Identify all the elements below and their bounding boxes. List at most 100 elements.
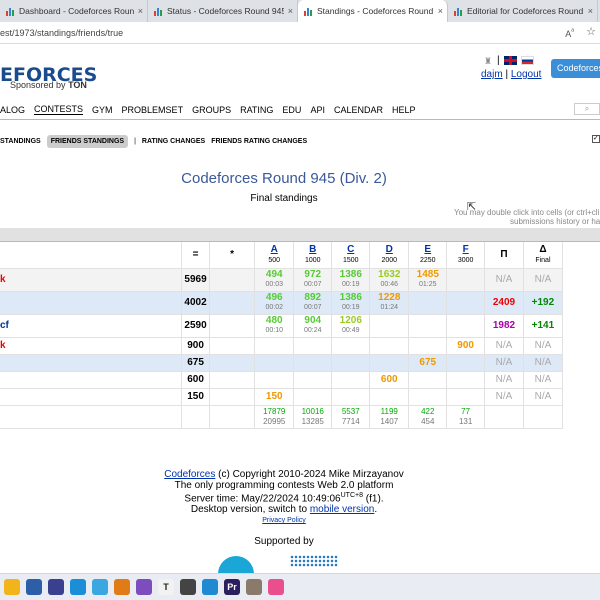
photo-icon[interactable] [246,579,262,595]
problem-result-cell[interactable]: 900 [446,337,485,355]
browser-tab-1[interactable]: Dashboard - Codeforces Round 9 × [0,0,148,22]
problem-result-cell[interactable]: 1206 00:49 [331,314,371,338]
problem-result-cell[interactable] [369,388,410,406]
problem-result-cell[interactable] [446,388,485,406]
swift-icon[interactable] [92,579,108,595]
participant-handle[interactable]: k [0,268,183,292]
visual-studio-icon[interactable] [136,579,152,595]
sublime-icon[interactable] [114,579,130,595]
problem-result-cell[interactable] [369,337,410,355]
menu-item-help[interactable]: HELP [392,105,416,115]
typora-icon[interactable]: T [158,579,174,595]
read-aloud-icon[interactable]: Aᵃ [565,26,574,39]
standings-link[interactable]: STANDINGS [0,138,41,145]
problem-result-cell[interactable] [369,314,410,338]
problem-result-cell[interactable]: 496 00:02 [254,291,295,315]
problem-result-cell[interactable]: 675 [408,354,448,372]
menu-item-api[interactable]: API [310,105,325,115]
problem-link-e[interactable]: E [424,244,431,255]
problem-result-cell[interactable]: 150 [254,388,295,406]
problem-result-cell[interactable] [254,371,295,389]
close-tab-icon[interactable]: × [134,6,143,16]
participant-handle[interactable] [0,388,183,406]
address-bar[interactable]: est/1973/standings/friends/true Aᵃ ☆ [0,22,600,44]
sponsor-logo-2[interactable] [290,555,338,567]
problem-result-cell[interactable] [331,337,371,355]
problem-result-cell[interactable] [446,268,485,292]
friends-standings-link[interactable]: FRIENDS STANDINGS [46,134,129,148]
problem-result-cell[interactable] [254,354,295,372]
close-tab-icon[interactable]: × [434,6,443,16]
contest-title[interactable]: Codeforces Round 945 (Div. 2) [0,170,568,187]
notification-icon[interactable]: ♜ [484,56,493,66]
problem-result-cell[interactable] [446,371,485,389]
problem-result-cell[interactable] [293,337,333,355]
app-icon[interactable] [48,579,64,595]
problem-result-cell[interactable]: 600 [369,371,410,389]
close-tab-icon[interactable]: × [284,6,293,16]
browser-tab-3[interactable]: Standings - Codeforces Round 94 × [298,0,448,22]
menu-item-problemset[interactable]: PROBLEMSET [122,105,184,115]
premiere-icon[interactable]: Pr [224,579,240,595]
search-icon[interactable]: ⌕ [574,103,600,115]
problem-link-a[interactable]: A [271,244,278,255]
problem-link-b[interactable]: B [309,244,316,255]
favorites-icon[interactable]: ☆ [586,25,596,38]
problem-result-cell[interactable] [408,371,448,389]
participant-handle[interactable] [0,291,183,315]
participant-handle[interactable]: cf [0,314,183,338]
menu-item-edu[interactable]: EDU [282,105,301,115]
problem-result-cell[interactable] [408,314,448,338]
menu-item-gym[interactable]: GYM [92,105,113,115]
problem-result-cell[interactable]: 1386 00:19 [331,268,371,292]
cube-icon[interactable] [180,579,196,595]
problem-result-cell[interactable]: 972 00:07 [293,268,333,292]
file-explorer-icon[interactable] [4,579,20,595]
problem-link-f[interactable]: F [463,244,469,255]
participant-handle[interactable] [0,354,183,372]
edge-icon[interactable] [70,579,86,595]
russian-flag-icon[interactable] [520,56,534,65]
problem-result-cell[interactable]: 1228 01:24 [369,291,410,315]
store-icon[interactable] [26,579,42,595]
menu-item-alog[interactable]: ALOG [0,105,25,115]
privacy-policy-link[interactable]: Privacy Policy [262,517,306,524]
rating-changes-link[interactable]: RATING CHANGES [142,138,205,145]
menu-item-calendar[interactable]: CALENDAR [334,105,383,115]
friends-rating-changes-link[interactable]: FRIENDS RATING CHANGES [211,138,307,145]
menu-item-contests[interactable]: CONTESTS [34,104,84,115]
menu-item-groups[interactable]: GROUPS [192,105,231,115]
problem-result-cell[interactable] [293,354,333,372]
problem-result-cell[interactable]: 1632 00:46 [369,268,410,292]
problem-result-cell[interactable] [446,291,485,315]
problem-result-cell[interactable] [369,354,410,372]
problem-result-cell[interactable] [446,314,485,338]
pink-app-icon[interactable] [268,579,284,595]
participant-handle[interactable]: k [0,337,183,355]
mobile-version-link[interactable]: mobile version [310,504,374,515]
problem-result-cell[interactable]: 892 00:07 [293,291,333,315]
browser-tab-4[interactable]: Editorial for Codeforces Round # × [448,0,598,22]
english-flag-icon[interactable] [503,56,517,65]
participant-handle[interactable] [0,371,183,389]
vscode-icon[interactable] [202,579,218,595]
problem-result-cell[interactable] [331,388,371,406]
problem-result-cell[interactable]: 904 00:24 [293,314,333,338]
problem-result-cell[interactable]: 1386 00:19 [331,291,371,315]
problem-result-cell[interactable] [331,371,371,389]
problem-result-cell[interactable] [446,354,485,372]
problem-result-cell[interactable] [293,388,333,406]
problem-result-cell[interactable]: 1485 01:25 [408,268,448,292]
problem-result-cell[interactable] [408,291,448,315]
user-profile-link[interactable]: dajm [481,69,503,80]
problem-result-cell[interactable]: 494 00:03 [254,268,295,292]
problem-result-cell[interactable] [254,337,295,355]
problem-link-d[interactable]: D [386,244,393,255]
codeforces-footer-link[interactable]: Codeforces [164,469,215,480]
problem-result-cell[interactable] [293,371,333,389]
problem-link-c[interactable]: C [347,244,354,255]
menu-item-rating[interactable]: RATING [240,105,273,115]
close-tab-icon[interactable]: × [584,6,593,16]
problem-result-cell[interactable] [331,354,371,372]
browser-tab-2[interactable]: Status - Codeforces Round 945 (D× [148,0,298,22]
